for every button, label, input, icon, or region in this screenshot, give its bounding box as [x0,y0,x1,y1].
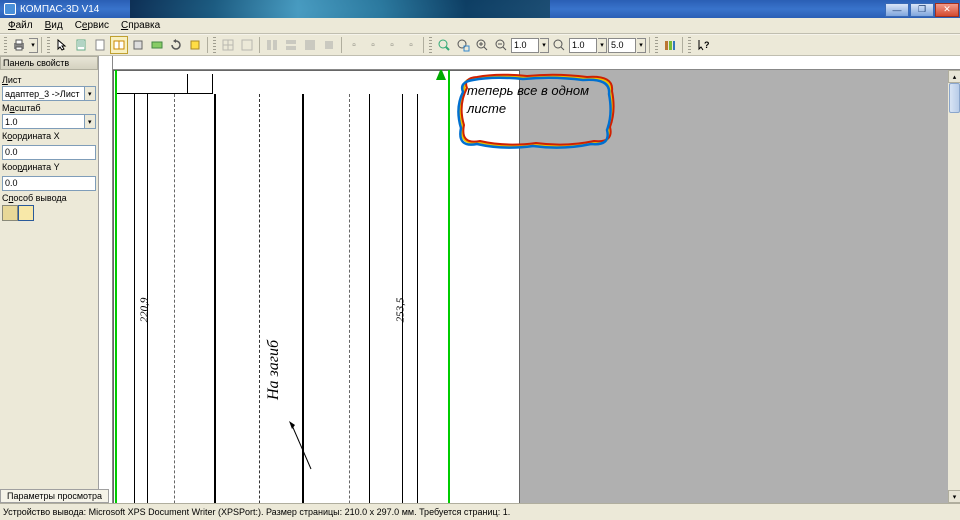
grid-icon[interactable] [238,36,256,54]
library-icon[interactable] [661,36,679,54]
scroll-down-icon[interactable]: ▾ [948,490,960,503]
ruler-vertical [99,56,113,503]
panel-tab[interactable]: Параметры просмотра [0,489,109,503]
drawing-line [349,94,350,503]
tool-icon[interactable] [129,36,147,54]
menubar: Файл Вид Сервис Справка [0,18,960,34]
zoom-in-icon[interactable] [473,36,491,54]
coordx-label: Координата X [2,131,96,141]
statusbar: Устройство вывода: Microsoft XPS Documen… [0,503,960,520]
properties-panel: Панель свойств Лист ▾ Масштаб ▾ Координа… [0,56,99,503]
tool-icon[interactable]: ▫ [364,36,382,54]
minimize-button[interactable]: — [885,3,909,17]
layout-icon[interactable] [263,36,281,54]
tool-icon[interactable] [148,36,166,54]
grip[interactable] [429,37,432,53]
grip[interactable] [47,37,50,53]
drawing-line [134,94,135,503]
dropdown-icon[interactable]: ▾ [85,86,96,101]
scroll-thumb[interactable] [949,83,960,113]
drawing-label: На загиб [265,340,283,400]
annotation-line-2: листе [467,101,506,116]
grid-icon[interactable] [219,36,237,54]
coordy-label: Координата Y [2,162,96,172]
tool-icon[interactable]: ▫ [345,36,363,54]
tool-icon[interactable]: ▫ [402,36,420,54]
grip[interactable] [688,37,691,53]
print-dropdown[interactable]: ▾ [29,38,38,53]
dimension-2: 253,5 [394,298,406,323]
coordx-input[interactable] [2,145,96,160]
config-icon[interactable] [186,36,204,54]
menu-view[interactable]: Вид [39,19,69,32]
title-block [117,74,213,94]
ruler-horizontal [113,56,960,70]
menu-file[interactable]: Файл [2,19,39,32]
zoom-value-1[interactable]: 1.0 [511,38,539,53]
zoom-icon[interactable] [550,36,568,54]
pointer-icon[interactable] [53,36,71,54]
zoom-fit-icon[interactable] [435,36,453,54]
app-title: КОМПАС-3D V14 [20,4,99,15]
layout-icon[interactable] [282,36,300,54]
axis-arrow-icon [436,70,446,80]
menu-help[interactable]: Справка [115,19,166,32]
svg-text:?: ? [704,40,710,50]
zoom-window-icon[interactable] [454,36,472,54]
drawing-line [369,94,370,503]
mode-button-2[interactable] [18,205,34,221]
zoom-dropdown[interactable]: ▾ [540,38,549,53]
zoom-dropdown[interactable]: ▾ [598,38,607,53]
zoom-value-2[interactable]: 1.0 [569,38,597,53]
zoom-dropdown[interactable]: ▾ [637,38,646,53]
help-icon[interactable]: ? [694,36,712,54]
zoom-out-icon[interactable] [492,36,510,54]
panel-title: Панель свойств [0,56,98,70]
leader-arrow-icon [289,421,319,476]
annotation-line-1: теперь все в одном [467,83,589,98]
grip[interactable] [4,37,7,53]
tool-icon[interactable]: ▫ [383,36,401,54]
layout-icon[interactable] [320,36,338,54]
toolbar: ▾ ▫ ▫ ▫ ▫ 1.0▾ 1.0▾ 5.0▾ ? [0,34,960,56]
scrollbar-vertical[interactable]: ▴ ▾ [947,70,960,503]
scroll-up-icon[interactable]: ▴ [948,70,960,83]
grip[interactable] [213,37,216,53]
multi-page-icon[interactable] [110,36,128,54]
maximize-button[interactable]: ❐ [910,3,934,17]
menu-tools[interactable]: Сервис [69,19,115,32]
coordy-input[interactable] [2,176,96,191]
layout-icon[interactable] [301,36,319,54]
canvas[interactable]: 220,9 253,5 На загиб теперь все в одном [113,70,960,503]
mode-button-1[interactable] [2,205,18,221]
drawing-line [417,94,418,503]
center-line [259,94,260,503]
sheet-label: Лист [2,75,96,85]
scale-input[interactable] [2,114,85,129]
document-icon[interactable] [72,36,90,54]
drawing-line [174,94,175,503]
app-icon [4,3,16,15]
rotate-icon[interactable] [167,36,185,54]
dimension-1: 220,9 [138,298,150,323]
annotation-bubble: теперь все в одном листе [455,72,615,149]
status-text: Устройство вывода: Microsoft XPS Documen… [3,507,510,517]
drawing-line [214,94,216,503]
print-icon[interactable] [10,36,28,54]
page-icon[interactable] [91,36,109,54]
close-button[interactable]: ✕ [935,3,959,17]
grip[interactable] [655,37,658,53]
sheet-select[interactable] [2,86,85,101]
zoom-value-3[interactable]: 5.0 [608,38,636,53]
sheet-border [115,70,450,503]
scale-label: Масштаб [2,103,96,113]
dropdown-icon[interactable]: ▾ [85,114,96,129]
output-label: Способ вывода [2,193,96,203]
workspace: 220,9 253,5 На загиб теперь все в одном [99,56,960,503]
